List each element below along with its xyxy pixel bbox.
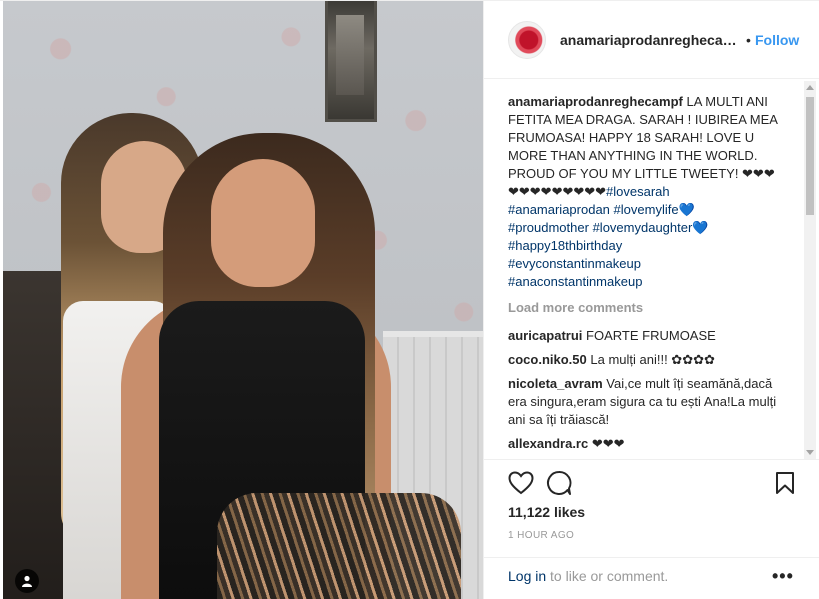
login-prompt-text: to like or comment. xyxy=(546,568,669,584)
comments-scrollbar[interactable] xyxy=(804,81,816,459)
scrollbar-thumb[interactable] xyxy=(806,97,814,215)
tagged-users-icon[interactable] xyxy=(15,569,39,593)
hashtag[interactable]: #anamariaprodan xyxy=(508,202,610,217)
login-prompt: Log in to like or comment. xyxy=(508,568,668,584)
comment-username[interactable]: coco.niko.50 xyxy=(508,352,587,367)
hashtag[interactable]: #evyconstantinmakeup xyxy=(508,256,641,271)
login-link[interactable]: Log in xyxy=(508,568,546,584)
caption: anamariaprodanreghecampf LA MULTI ANI FE… xyxy=(508,93,788,291)
comment-username[interactable]: nicoleta_avram xyxy=(508,376,603,391)
comments-list: anamariaprodanreghecampf LA MULTI ANI FE… xyxy=(508,93,788,459)
post-timestamp[interactable]: 1 HOUR AGO xyxy=(508,530,574,541)
avatar[interactable] xyxy=(508,21,546,59)
follow-button[interactable]: Follow xyxy=(755,32,799,48)
post-side-panel: anamariaprodanreghecam... • Follow anama… xyxy=(483,1,819,599)
comment-item: coco.niko.50 La mulți ani!!! ✿✿✿✿ xyxy=(508,351,788,369)
heart-icon[interactable] xyxy=(506,468,536,498)
post-header: anamariaprodanreghecam... • Follow xyxy=(484,1,819,79)
makeup-brushes xyxy=(217,493,461,599)
caption-username[interactable]: anamariaprodanreghecampf xyxy=(508,94,683,109)
hashtag[interactable]: #lovesarah xyxy=(606,184,670,199)
header-separator: • xyxy=(746,32,751,48)
login-footer: Log in to like or comment. ••• xyxy=(484,557,819,599)
comment-item: auricapatrui FOARTE FRUMOASE xyxy=(508,327,788,345)
comment-text: ❤❤❤ xyxy=(591,436,625,451)
comment-text: La mulți ani!!! ✿✿✿✿ xyxy=(590,352,715,367)
likes-count[interactable]: 11,122 likes xyxy=(508,504,585,520)
mother-face xyxy=(211,159,315,287)
hashtag[interactable]: #anaconstantinmakeup xyxy=(508,274,642,289)
bookmark-icon[interactable] xyxy=(770,468,800,498)
hashtag[interactable]: #lovemydaughter💙 xyxy=(593,220,709,235)
comment-username[interactable]: auricapatrui xyxy=(508,328,582,343)
hashtag[interactable]: #happy18thbirthday xyxy=(508,238,622,253)
comment-item: nicoleta_avram Vai,ce mult îți seamănă,d… xyxy=(508,375,788,429)
post-photo[interactable] xyxy=(3,1,483,599)
post-actions: 11,122 likes 1 HOUR AGO xyxy=(484,459,819,541)
comment-username[interactable]: allexandra.rc xyxy=(508,436,588,451)
dark-furniture xyxy=(3,271,63,599)
scroll-up-arrow-icon[interactable] xyxy=(804,81,816,93)
instagram-post-frame: anamariaprodanreghecam... • Follow anama… xyxy=(0,0,819,599)
hashtag[interactable]: #lovemylife💙 xyxy=(614,202,695,217)
hashtag[interactable]: #proudmother xyxy=(508,220,589,235)
person-icon xyxy=(22,575,32,587)
comment-item: allexandra.rc ❤❤❤ xyxy=(508,435,788,453)
action-icons-row xyxy=(506,468,806,498)
comment-icon[interactable] xyxy=(544,468,574,498)
comment-text: FOARTE FRUMOASE xyxy=(586,328,716,343)
more-options-icon[interactable]: ••• xyxy=(772,566,794,587)
religious-icon-frame xyxy=(325,1,377,122)
scroll-down-arrow-icon[interactable] xyxy=(804,447,816,459)
header-username[interactable]: anamariaprodanreghecam... xyxy=(560,32,742,48)
load-more-comments-button[interactable]: Load more comments xyxy=(508,299,788,317)
